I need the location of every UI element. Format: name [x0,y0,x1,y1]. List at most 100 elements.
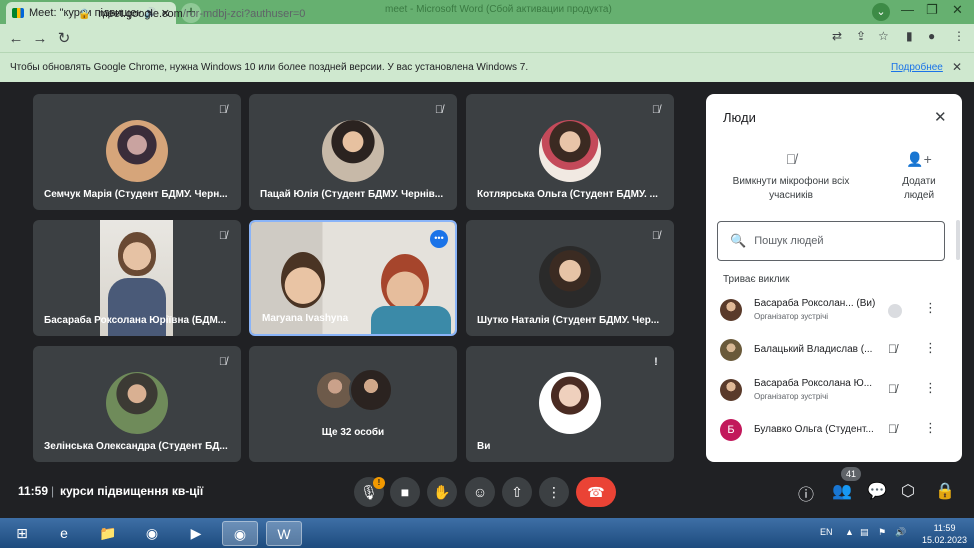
bookmark-star-icon[interactable]: ☆ [878,29,889,43]
chrome-active-icon[interactable]: ◉ [222,521,258,546]
more-participants-tile[interactable]: Ще 32 особи [249,346,457,462]
back-icon[interactable]: ← [4,30,28,47]
url-host: meet.google.com [98,8,183,20]
participant-list-item[interactable]: Басараба Роксолан... (Ви) Організатор зу… [718,294,948,328]
participant-name: Maryana Ivashyna [262,313,349,324]
avatar [349,368,393,412]
participant-tile[interactable]: 🎙̸ Шутко Наталія (Студент БДМУ. Чер... [466,220,674,336]
mic-off-icon: 🎙̸ [888,342,897,356]
media-player-icon[interactable]: ▶ [178,521,214,546]
avatar [322,120,384,182]
host-controls-icon[interactable]: 🔒 [935,481,955,501]
word-icon[interactable]: W [266,521,302,546]
section-title: Триває виклик [723,274,790,285]
mic-warning-badge: ! [373,477,385,489]
meet-icon [12,8,24,18]
mute-all-button[interactable]: 🎙̸ Вимкнути мікрофони всіх учасників [726,152,856,203]
search-icon: 🔍 [730,233,747,248]
add-people-label: Додати людей [902,176,936,201]
more-options-icon[interactable]: ⋮ [924,380,937,396]
more-options-icon[interactable]: ⋮ [924,420,937,436]
present-button[interactable]: ⇧ [502,477,532,507]
panel-scrollbar[interactable] [956,220,960,260]
reload-icon[interactable]: ↻ [52,29,76,47]
more-vert-icon: ⋮ [547,484,561,500]
participant-list-name: Балацький Владислав (... [754,344,873,355]
participant-list-item[interactable]: Б Булавко Ольга (Студент... 🎙̸ ⋮ [718,414,948,448]
hang-up-icon: ☎ [587,484,605,500]
info-icon[interactable]: ⓘ [798,481,814,505]
avatar [720,339,742,361]
activities-icon[interactable]: ⬡ [901,481,915,501]
more-options-icon[interactable]: ••• [430,230,448,248]
participant-list-name: Булавко Ольга (Студент... [754,424,874,435]
more-options-icon[interactable]: ⋮ [924,340,937,356]
close-window-icon[interactable]: ✕ [952,2,963,18]
search-people-field[interactable]: 🔍 Пошук людей [717,221,945,261]
participant-tile[interactable]: 🎙̸ Зелінська Олександра (Студент БД... [33,346,241,462]
avatar [539,372,601,434]
participant-name: Шутко Наталія (Студент БДМУ. Чер... [477,315,660,326]
minimize-icon[interactable]: — [901,2,914,17]
avatar-letter: Б [720,419,742,441]
participant-count-badge: 41 [841,467,861,481]
more-options-icon[interactable]: ⋮ [924,300,937,316]
mic-off-icon: 🎙̸ [218,356,228,368]
add-people-button[interactable]: 👤+ Додати людей [886,152,952,203]
share-icon[interactable]: ⇪ [856,29,866,43]
menu-icon[interactable]: ⋮ [953,29,965,43]
participant-list-item[interactable]: Басараба Роксолана Ю... Організатор зуст… [718,374,948,408]
people-panel: Люди ✕ 🎙̸ Вимкнути мікрофони всіх учасни… [706,94,962,462]
avatar [539,246,601,308]
participant-name: Пацай Юлія (Студент БДМУ. Чернів... [260,189,444,200]
translate-icon[interactable]: ⇄ [832,29,842,43]
camera-icon: ■ [400,484,410,500]
update-infobar: Чтобы обновлять Google Chrome, нужна Win… [0,52,974,82]
add-person-icon: 👤+ [906,151,932,167]
participant-name: Зелінська Олександра (Студент БД... [44,441,228,452]
sidebar-icon[interactable]: ▮ [906,29,913,43]
volume-icon[interactable]: 🔊 [895,527,906,538]
chrome-icon[interactable]: ◉ [134,521,170,546]
url-path: /ror-mdbj-zci?authuser=0 [182,8,306,20]
participant-tile[interactable]: 🎙̸ Семчук Марія (Студент БДМУ. Черн... [33,94,241,210]
flag-icon[interactable]: ⚑ [878,527,886,538]
forward-icon[interactable]: → [28,30,52,47]
participant-tile-active[interactable]: ••• Maryana Ivashyna [249,220,457,336]
participant-name: Котлярська Ольга (Студент БДМУ. ... [477,189,658,200]
maximize-icon[interactable]: ❐ [926,2,938,18]
close-infobar-icon[interactable]: ✕ [952,60,962,74]
explorer-icon[interactable]: 📁 [90,521,126,546]
panel-title: Люди [723,110,756,125]
leave-call-button[interactable]: ☎ [576,477,616,507]
present-icon: ⇧ [511,484,523,500]
participant-name: Семчук Марія (Студент БДМУ. Черн... [44,189,228,200]
self-tile[interactable]: ! Ви [466,346,674,462]
participant-list-name: Басараба Роксолан... (Ви) [754,298,876,309]
language-indicator[interactable]: EN [820,527,833,537]
start-button[interactable]: ⊞ [2,521,42,546]
more-options-button[interactable]: ⋮ [539,477,569,507]
avatar [106,372,168,434]
participant-name: Басараба Роксолана Юріївна (БДМ... [44,315,227,326]
network-icon[interactable]: ▤ [860,527,869,538]
tray-arrow-icon[interactable]: ▲ [845,527,854,537]
mute-all-label: Вимкнути мікрофони всіх учасників [732,176,850,201]
mic-off-icon: 🎙̸ [785,151,797,167]
profile-avatar[interactable]: ● [928,29,935,43]
lock-icon[interactable]: 🔒 [78,9,90,20]
participant-tile[interactable]: 🎙̸ Котлярська Ольга (Студент БДМУ. ... [466,94,674,210]
reactions-button[interactable]: ☺ [465,477,495,507]
chat-icon[interactable]: 💬 [867,481,887,501]
system-clock[interactable]: 11:59 15.02.2023 [922,522,967,546]
camera-button[interactable]: ■ [390,477,420,507]
participant-tile[interactable]: 🎙̸ Пацай Юлія (Студент БДМУ. Чернів... [249,94,457,210]
participant-tile[interactable]: 🎙̸ Басараба Роксолана Юріївна (БДМ... [33,220,241,336]
participant-list-item[interactable]: Балацький Владислав (... 🎙̸ ⋮ [718,334,948,368]
close-panel-icon[interactable]: ✕ [934,108,947,126]
ie-icon[interactable]: e [46,521,82,546]
url-field[interactable]: 🔒 meet.google.com /ror-mdbj-zci?authuser… [78,3,898,25]
raise-hand-button[interactable]: ✋ [427,477,457,507]
people-icon[interactable]: 👥 [832,481,852,501]
learn-more-link[interactable]: Подробнее [891,62,943,73]
